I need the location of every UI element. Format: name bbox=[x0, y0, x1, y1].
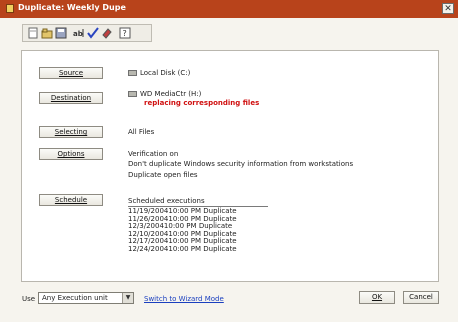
drive-icon bbox=[128, 91, 137, 97]
selecting-button[interactable]: Selecting bbox=[39, 126, 103, 138]
execution-unit-value: Any Execution unit bbox=[42, 294, 108, 302]
selecting-value: All Files bbox=[128, 128, 155, 136]
options-button[interactable]: Options bbox=[39, 148, 103, 160]
svg-text:ab: ab bbox=[73, 30, 83, 38]
svg-text:?: ? bbox=[123, 29, 127, 38]
close-button[interactable]: ✕ bbox=[442, 3, 454, 14]
open-icon[interactable] bbox=[41, 27, 53, 39]
use-label: Use bbox=[22, 295, 36, 303]
destination-note: replacing corresponding files bbox=[144, 99, 260, 107]
new-icon[interactable] bbox=[27, 27, 39, 39]
destination-button-label: Destination bbox=[50, 94, 92, 102]
destination-button[interactable]: Destination bbox=[39, 92, 103, 104]
schedule-date: 12/24/2004 bbox=[128, 244, 169, 253]
source-drive-label: Local Disk (C:) bbox=[140, 69, 191, 77]
option-line: Duplicate open files bbox=[128, 171, 198, 179]
source-value: Local Disk (C:) bbox=[128, 69, 190, 77]
source-button[interactable]: Source bbox=[39, 67, 103, 79]
check-icon[interactable] bbox=[87, 27, 99, 39]
schedule-action: Duplicate bbox=[203, 244, 237, 253]
source-button-label: Source bbox=[58, 69, 84, 77]
cancel-button[interactable]: Cancel bbox=[403, 291, 439, 304]
option-line: Verification on bbox=[128, 150, 179, 158]
schedule-header: Scheduled executions bbox=[128, 197, 205, 205]
rename-icon[interactable]: ab bbox=[73, 27, 85, 39]
drive-icon bbox=[128, 70, 137, 76]
schedule-time: 10:00 PM bbox=[168, 244, 202, 253]
save-icon[interactable] bbox=[55, 27, 67, 39]
help-icon[interactable]: ? bbox=[119, 27, 131, 39]
chevron-down-icon[interactable]: ▼ bbox=[122, 293, 133, 303]
window-title: Duplicate: Weekly Dupe bbox=[18, 3, 126, 12]
destination-drive-label: WD MediaCtr (H:) bbox=[140, 90, 202, 98]
ok-button[interactable]: OK bbox=[359, 291, 395, 304]
schedule-button[interactable]: Schedule bbox=[39, 194, 103, 206]
options-button-label: Options bbox=[57, 150, 85, 158]
app-icon bbox=[6, 4, 14, 13]
toolbar: ab ? bbox=[22, 24, 152, 42]
cancel-button-label: Cancel bbox=[409, 293, 433, 301]
schedule-button-label: Schedule bbox=[54, 196, 88, 204]
title-bar: Duplicate: Weekly Dupe ✕ bbox=[0, 0, 458, 18]
execution-unit-select[interactable]: Any Execution unit ▼ bbox=[38, 292, 134, 304]
eraser-icon[interactable] bbox=[101, 27, 113, 39]
ok-button-label: OK bbox=[371, 293, 383, 301]
wizard-mode-link[interactable]: Switch to Wizard Mode bbox=[144, 295, 224, 303]
schedule-list: 11/19/200410:00 PM Duplicate 11/26/20041… bbox=[128, 207, 237, 254]
option-line: Don't duplicate Windows security informa… bbox=[128, 160, 354, 168]
destination-value: WD MediaCtr (H:) bbox=[128, 90, 201, 98]
schedule-row: 12/24/200410:00 PM Duplicate bbox=[128, 244, 237, 254]
selecting-button-label: Selecting bbox=[54, 128, 88, 136]
settings-panel: Source Local Disk (C:) Destination WD Me… bbox=[21, 50, 439, 282]
